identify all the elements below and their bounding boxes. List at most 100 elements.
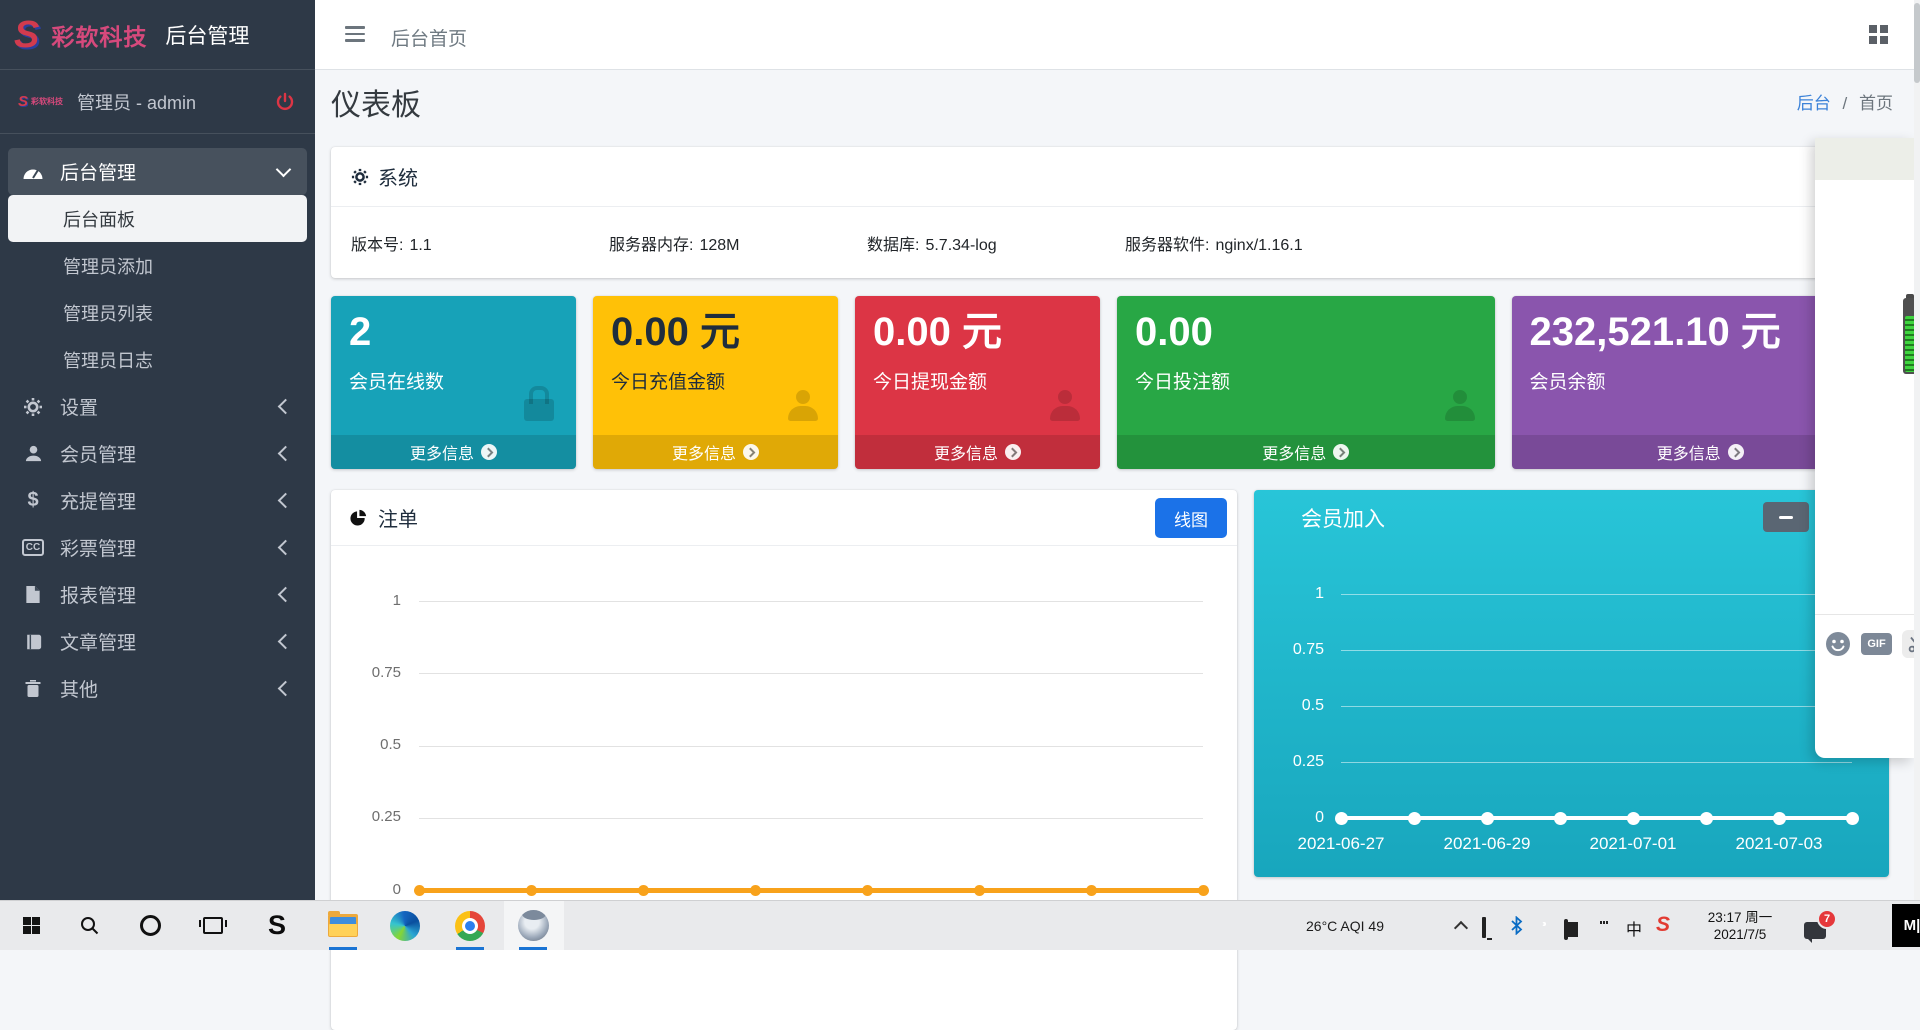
windows-logo-icon xyxy=(22,917,40,934)
sidebar-item-label: 彩票管理 xyxy=(60,539,137,560)
chrome-browser-button[interactable] xyxy=(446,901,494,950)
overlay-title-strip xyxy=(1815,138,1914,180)
data-point xyxy=(1626,811,1640,825)
data-point xyxy=(1407,811,1421,825)
arrow-circle-icon xyxy=(481,444,497,460)
sidebar-item-lottery[interactable]: 彩票管理 xyxy=(8,524,307,571)
gridline xyxy=(1341,706,1852,707)
sidebar-item-backend-admin[interactable]: 后台管理 xyxy=(8,148,307,195)
sidebar-item-reports[interactable]: 报表管理 xyxy=(8,571,307,618)
info-value: 1.1 xyxy=(409,237,432,254)
info-label: 数据库: xyxy=(867,237,920,254)
file-explorer-button[interactable] xyxy=(319,901,367,950)
edge-browser-button[interactable] xyxy=(381,901,429,950)
y-axis-label: 1 xyxy=(1315,585,1324,602)
x-axis-label: 2021-06-29 xyxy=(1443,834,1531,853)
ime-indicator[interactable]: 中 xyxy=(1626,916,1642,940)
mi-app-tile[interactable]: M| xyxy=(1892,904,1920,947)
search-button[interactable] xyxy=(65,901,113,950)
more-info-button[interactable]: 更多信息 xyxy=(855,435,1100,469)
sidebar-item-settings[interactable]: 设置 xyxy=(8,383,307,430)
gridline xyxy=(419,601,1203,602)
sidebar-subitem-label: 管理员添加 xyxy=(63,256,153,277)
person-icon xyxy=(1048,390,1082,421)
sidebar-subitem-admin-add[interactable]: 管理员添加 xyxy=(8,242,307,289)
avatar-app-button[interactable] xyxy=(509,901,557,950)
brand[interactable]: S 彩软科技 后台管理 xyxy=(0,0,315,70)
battery-tray-icon[interactable] xyxy=(1564,919,1568,940)
sidebar-item-other[interactable]: 其他 xyxy=(8,665,307,712)
task-view-button[interactable] xyxy=(189,901,237,950)
gif-icon[interactable]: GIF xyxy=(1861,633,1892,655)
sidebar-item-articles[interactable]: 文章管理 xyxy=(8,618,307,665)
hamburger-menu-icon[interactable] xyxy=(345,26,365,42)
gridline xyxy=(1341,762,1852,763)
y-axis-label: 0 xyxy=(1315,809,1324,826)
apps-grid-icon[interactable] xyxy=(1869,25,1888,44)
sidebar-item-label: 充提管理 xyxy=(60,492,137,513)
cortana-button[interactable] xyxy=(126,901,174,950)
sidebar-subitem-admin-list[interactable]: 管理员列表 xyxy=(8,289,307,336)
overlay-divider xyxy=(1815,614,1914,615)
notification-center-button[interactable]: 7 xyxy=(1804,909,1837,943)
start-button[interactable] xyxy=(7,901,55,950)
system-info-row: 版本号: 1.1 服务器内存: 128M 数据库: 5.7.34-log 服务器软件:… xyxy=(331,207,1889,255)
y-axis-label: 1 xyxy=(392,591,401,609)
system-info-version: 版本号: 1.1 xyxy=(351,231,609,255)
stat-value: 0.00 元 xyxy=(873,310,1002,354)
breadcrumb-link[interactable]: 后台 xyxy=(1797,94,1831,113)
system-info-memory: 服务器内存: 128M xyxy=(609,231,867,255)
y-axis-label: 0.5 xyxy=(380,736,401,753)
logout-power-icon[interactable] xyxy=(275,92,295,112)
y-axis-label: 0.75 xyxy=(371,663,401,681)
data-point xyxy=(1845,811,1859,825)
weather-text[interactable]: 26°C AQI 49 xyxy=(1306,918,1384,934)
sidebar: S 彩软科技 后台管理 S 彩软科技 管理员 - admin 后台管理 后台面板… xyxy=(0,0,315,900)
cairuan-app-button[interactable]: S xyxy=(253,901,301,950)
breadcrumb-separator: / xyxy=(1842,94,1848,113)
emoji-icon[interactable] xyxy=(1825,631,1851,657)
more-info-label: 更多信息 xyxy=(933,446,998,463)
notification-badge: 7 xyxy=(1817,909,1837,929)
system-panel-title: 系统 xyxy=(378,168,418,190)
avatar xyxy=(517,910,549,941)
bluetooth-icon[interactable] xyxy=(1510,916,1523,935)
sidebar-subitem-admin-log[interactable]: 管理员日志 xyxy=(8,336,307,383)
nav-home-link[interactable]: 后台首页 xyxy=(391,24,467,51)
stat-value: 0.00 xyxy=(1135,310,1213,354)
sidebar-item-label: 其他 xyxy=(60,680,99,701)
data-point xyxy=(1553,811,1567,825)
clock[interactable]: 23:17 周一 2021/7/5 xyxy=(1694,909,1786,943)
stat-card-body: 0.00 今日投注额 xyxy=(1117,296,1495,435)
more-info-button[interactable]: 更多信息 xyxy=(593,435,838,469)
stat-card-body: 0.00 元 今日充值金额 xyxy=(593,296,838,435)
info-value: 128M xyxy=(699,237,740,254)
lock-icon xyxy=(524,386,554,421)
stat-card-online-members: 2 会员在线数 更多信息 xyxy=(331,296,576,469)
more-info-button[interactable]: 更多信息 xyxy=(331,435,576,469)
sidebar-item-members[interactable]: 会员管理 xyxy=(8,430,307,477)
scrollbar-thumb[interactable] xyxy=(1914,3,1920,83)
stat-card-today-withdraw: 0.00 元 今日提现金额 更多信息 xyxy=(855,296,1100,469)
stat-value: 2 xyxy=(349,310,372,354)
sidebar-item-label: 会员管理 xyxy=(60,445,137,466)
members-chart: 1 0.75 0.5 0.25 0 2021-06-27 2021-06-29 2021-07… xyxy=(1254,490,1889,877)
stat-cards-row: 2 会员在线数 更多信息 0.00 元 今日充值金额 更多信息 0.00 元 今… xyxy=(331,296,1889,469)
arrow-circle-icon xyxy=(1727,444,1744,460)
x-axis-label: 2021-07-03 xyxy=(1735,834,1823,853)
scrollbar-track[interactable] xyxy=(1914,0,1920,900)
chevron-left-icon xyxy=(277,680,294,697)
more-info-label: 更多信息 xyxy=(671,446,736,463)
sogou-icon[interactable]: S xyxy=(1656,913,1670,937)
tachometer-icon xyxy=(20,164,46,180)
more-info-button[interactable]: 更多信息 xyxy=(1117,435,1495,469)
scissors-icon[interactable] xyxy=(1902,630,1914,658)
sidebar-item-deposit-withdraw[interactable]: $ 充提管理 xyxy=(8,477,307,524)
sidebar-subitem-dashboard[interactable]: 后台面板 xyxy=(8,195,307,242)
data-point xyxy=(1699,811,1713,825)
sidebar-item-label: 报表管理 xyxy=(60,586,137,607)
person-icon xyxy=(786,390,820,421)
network-monitor-icon[interactable] xyxy=(1482,917,1486,938)
tray-expand-chevron-icon[interactable] xyxy=(1453,920,1469,936)
brand-app-title: 后台管理 xyxy=(165,24,250,48)
